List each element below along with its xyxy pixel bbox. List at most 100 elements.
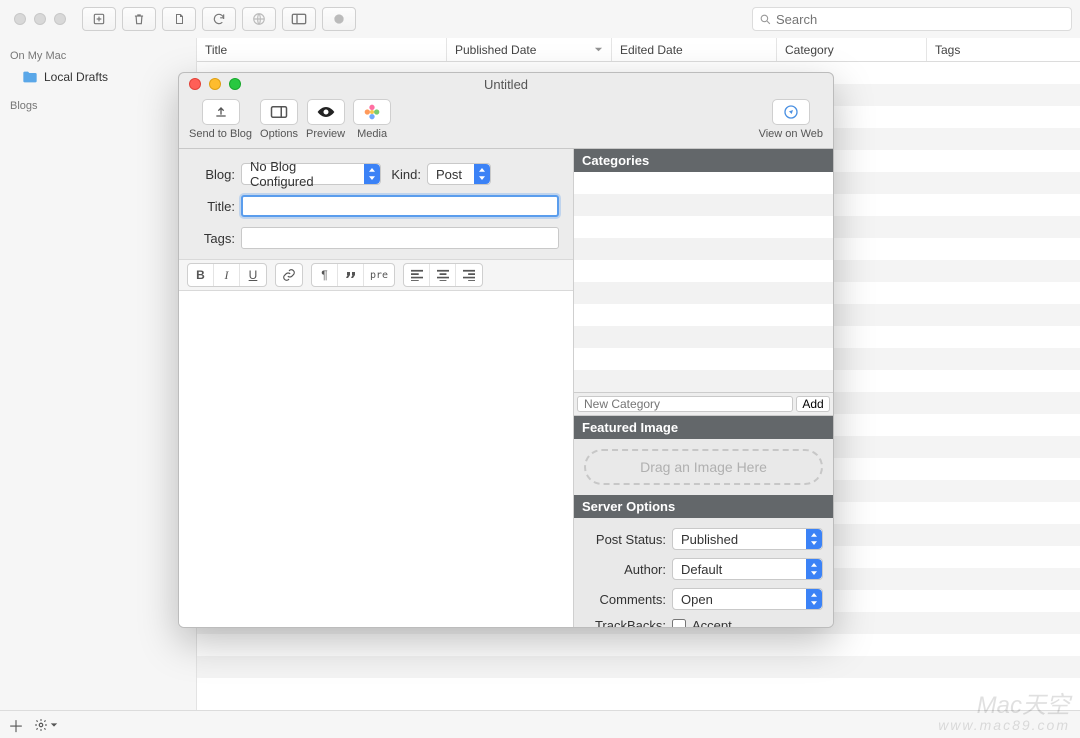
flower-icon [364,104,380,120]
post-status-label: Post Status: [584,532,666,547]
traffic-close[interactable] [14,13,26,25]
editor-traffic-lights [189,78,241,90]
editor-right-pane: Categories Add Featured Image Drag an Im… [574,149,833,627]
trackbacks-checkbox[interactable] [672,619,686,628]
editor-titlebar[interactable]: Untitled [179,73,833,95]
view-on-web-tool[interactable]: View on Web [759,99,823,140]
editor-window: Untitled Send to Blog Options Preview Me… [178,72,834,628]
chevron-down-icon [50,721,58,729]
pre-button[interactable]: pre [364,264,394,286]
trackbacks-label: TrackBacks: [584,618,666,627]
author-select[interactable]: Default [672,558,823,580]
editor-toolbar: Send to Blog Options Preview Media View … [179,95,833,149]
col-category[interactable]: Category [777,38,927,61]
editor-zoom-button[interactable] [229,78,241,90]
updown-icon [368,168,376,180]
compass-icon [783,104,799,120]
author-label: Author: [584,562,666,577]
table-row[interactable] [197,634,1080,656]
traffic-minimize[interactable] [34,13,46,25]
editor-canvas[interactable] [179,291,573,627]
trackbacks-accept-label: Accept [692,618,732,627]
editor-body: Blog: No Blog Configured Kind: Post Titl… [179,149,833,627]
quote-button[interactable] [338,264,364,286]
col-published[interactable]: Published Date [447,38,612,61]
eye-icon [316,105,336,119]
search-field-wrap[interactable] [752,7,1072,31]
format-bar: B I U ¶ pre [179,259,573,291]
editor-minimize-button[interactable] [209,78,221,90]
tags-input[interactable] [241,227,559,249]
col-tags[interactable]: Tags [927,38,1080,61]
app-menu-button[interactable] [322,7,356,31]
sidebar-section-onmymac: On My Mac [0,48,196,66]
featured-image-heading: Featured Image [574,416,833,439]
editor-window-title: Untitled [484,77,528,92]
sidebar-item-label: Local Drafts [44,70,108,84]
title-label: Title: [193,199,235,214]
title-input[interactable] [241,195,559,217]
compose-button[interactable] [82,7,116,31]
blog-label: Blog: [193,167,235,182]
globe-button[interactable] [242,7,276,31]
sidebar-section-blogs: Blogs [0,98,196,116]
main-traffic-lights [14,13,66,25]
sidebar: On My Mac Local Drafts Blogs [0,38,196,710]
blog-select[interactable]: No Blog Configured [241,163,381,185]
categories-heading: Categories [574,149,833,172]
comments-select[interactable]: Open [672,588,823,610]
layout-button[interactable] [282,7,316,31]
editor-left-pane: Blog: No Blog Configured Kind: Post Titl… [179,149,574,627]
refresh-button[interactable] [202,7,236,31]
categories-list[interactable] [574,172,833,392]
sort-indicator-icon [594,45,603,54]
editor-close-button[interactable] [189,78,201,90]
kind-label: Kind: [387,167,421,182]
search-icon [759,13,772,26]
add-button[interactable]: ＋ [8,713,24,737]
paragraph-button[interactable]: ¶ [312,264,338,286]
gear-icon [34,718,48,732]
col-title[interactable]: Title [197,38,447,61]
col-edited[interactable]: Edited Date [612,38,777,61]
panel-icon [270,105,288,119]
trash-button[interactable] [122,7,156,31]
upload-icon [213,104,229,120]
server-options-heading: Server Options [574,495,833,518]
kind-select[interactable]: Post [427,163,491,185]
underline-button[interactable]: U [240,264,266,286]
new-category-input[interactable] [577,396,793,412]
add-category-button[interactable]: Add [796,396,830,412]
link-icon [282,268,296,282]
tags-label: Tags: [193,231,235,246]
align-center-button[interactable] [430,264,456,286]
sidebar-item-local-drafts[interactable]: Local Drafts [0,66,196,88]
traffic-zoom[interactable] [54,13,66,25]
updown-icon [478,168,486,180]
italic-button[interactable]: I [214,264,240,286]
settings-menu-button[interactable] [34,718,58,732]
folder-icon [22,70,38,84]
post-status-select[interactable]: Published [672,528,823,550]
document-button[interactable] [162,7,196,31]
media-tool[interactable]: Media [353,99,391,140]
link-button[interactable] [276,264,302,286]
bottom-bar: ＋ [0,710,1080,738]
align-right-button[interactable] [456,264,482,286]
options-tool[interactable]: Options [260,99,298,140]
preview-tool[interactable]: Preview [306,99,345,140]
category-add-row: Add [574,392,833,416]
bold-button[interactable]: B [188,264,214,286]
featured-image-dropzone[interactable]: Drag an Image Here [584,449,823,485]
align-left-button[interactable] [404,264,430,286]
search-input[interactable] [776,12,1065,27]
table-row[interactable] [197,656,1080,678]
main-toolbar [0,0,1080,38]
quote-icon [345,270,357,280]
column-headers: Title Published Date Edited Date Categor… [197,38,1080,62]
send-to-blog-tool[interactable]: Send to Blog [189,99,252,140]
comments-label: Comments: [584,592,666,607]
align-center-icon [436,269,450,281]
align-left-icon [410,269,424,281]
align-right-icon [462,269,476,281]
